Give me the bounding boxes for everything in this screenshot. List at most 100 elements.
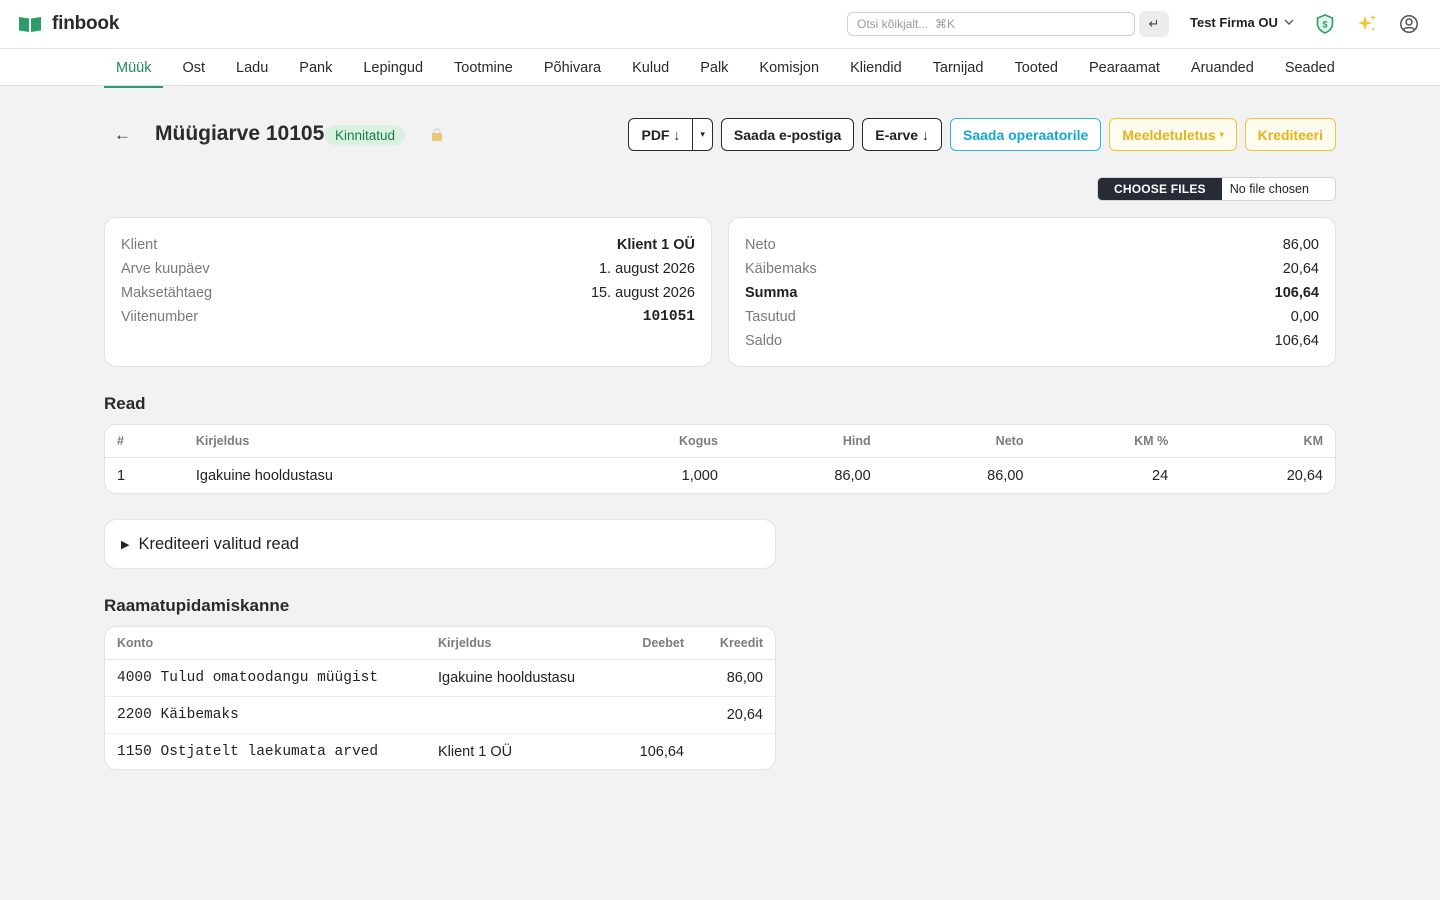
- cell-debit: 106,64: [639, 743, 684, 760]
- file-upload-input[interactable]: CHOOSE FILES No file chosen: [1097, 177, 1336, 201]
- nav-item-10[interactable]: Kliendid: [838, 49, 914, 87]
- due-date-value: 15. august 2026: [590, 285, 695, 301]
- cell-credit: [696, 733, 775, 769]
- logo[interactable]: finbook: [18, 13, 119, 35]
- column-header-debit: Deebet: [612, 627, 696, 660]
- nav-item-11[interactable]: Tarnijad: [921, 49, 996, 87]
- pdf-download-button[interactable]: PDF ↓: [629, 119, 692, 150]
- reference-number-value: 101051: [642, 309, 695, 325]
- reference-number-label: Viitenumber: [121, 309, 199, 325]
- journal-section-title: Raamatupidamiskanne: [104, 596, 290, 615]
- nav-item-12[interactable]: Tooted: [1002, 49, 1070, 87]
- nav-item-4[interactable]: Lepingud: [351, 49, 435, 87]
- balance-value: 106,64: [1274, 333, 1319, 349]
- cell-desc: Igakuine hooldustasu: [195, 467, 333, 484]
- nav-item-0[interactable]: Müük: [104, 49, 164, 88]
- paid-row: Tasutud 0,00: [745, 305, 1319, 329]
- reference-number-row: Viitenumber 101051: [121, 305, 695, 329]
- vat-value: 20,64: [1282, 261, 1319, 277]
- back-arrow-icon[interactable]: ←: [114, 125, 131, 145]
- nav-item-1[interactable]: Ost: [170, 49, 217, 87]
- cell-debit: [612, 696, 696, 734]
- paid-label: Tasutud: [745, 309, 796, 325]
- column-header-vat-percent: KM %: [1035, 425, 1181, 458]
- cell-account: 1150 Ostjatelt laekumata arved: [117, 743, 379, 760]
- send-email-button[interactable]: Saada e-postiga: [720, 118, 855, 151]
- table-row[interactable]: 1 Igakuine hooldustasu 1,000 86,00 86,00 24 20…: [105, 457, 1335, 493]
- cell-net: 86,00: [987, 467, 1024, 484]
- table-row: 2200 Käibemaks 20,64: [105, 696, 775, 734]
- vat-label: Käibemaks: [745, 261, 817, 277]
- send-operator-button[interactable]: Saada operaatorile: [949, 118, 1102, 151]
- search-submit-button[interactable]: ↵: [1139, 11, 1169, 37]
- column-header-description: Kirjeldus: [183, 425, 574, 458]
- search-input[interactable]: [847, 12, 1135, 36]
- invoice-date-row: Arve kuupäev 1. august 2026: [121, 257, 695, 281]
- invoice-totals-card: Neto 86,00 Käibemaks 20,64 Summa 106,64 …: [728, 217, 1336, 367]
- cell-credit: 20,64: [696, 696, 775, 734]
- net-label: Neto: [745, 237, 776, 253]
- nav-item-3[interactable]: Pank: [287, 49, 344, 87]
- cell-debit: [612, 659, 696, 697]
- client-row: Klient Klient 1 OÜ: [121, 233, 695, 257]
- sparkles-icon[interactable]: [1355, 12, 1379, 36]
- table-row: 1150 Ostjatelt laekumata arved Klient 1 O…: [105, 733, 775, 769]
- sum-label: Summa: [745, 285, 798, 301]
- column-header-net: Neto: [882, 425, 1036, 458]
- invoice-header: ← Müügiarve 10105 Kinnitatud PDF ↓ ▾ Saa…: [104, 118, 1336, 152]
- column-header-vat: KM: [1180, 425, 1335, 458]
- user-account-icon[interactable]: [1397, 12, 1421, 36]
- nav-item-13[interactable]: Pearaamat: [1077, 49, 1172, 87]
- choose-files-button[interactable]: CHOOSE FILES: [1098, 178, 1222, 200]
- invoice-date-label: Arve kuupäev: [121, 261, 210, 277]
- journal-table: Konto Kirjeldus Deebet Kreedit 4000 Tulu…: [105, 627, 775, 769]
- file-status-text: No file chosen: [1229, 182, 1309, 196]
- rows-table-card: # Kirjeldus Kogus Hind Neto KM % KM 1 Iga…: [104, 424, 1336, 494]
- nav-item-8[interactable]: Palk: [688, 49, 740, 87]
- pdf-options-dropdown[interactable]: ▾: [692, 119, 712, 150]
- page-title: Müügiarve 10105: [155, 122, 325, 145]
- cell-desc: Igakuine hooldustasu: [426, 659, 612, 697]
- nav-item-2[interactable]: Ladu: [224, 49, 280, 87]
- cell-vatpct: 24: [1152, 467, 1169, 484]
- column-header-price: Hind: [729, 425, 883, 458]
- nav-item-6[interactable]: Põhivara: [532, 49, 613, 87]
- main-navigation: Müük Ost Ladu Pank Lepingud Tootmine Põhivara K…: [0, 48, 1440, 88]
- balance-label: Saldo: [745, 333, 783, 349]
- status-badge: Kinnitatud: [325, 125, 406, 145]
- nav-item-5[interactable]: Tootmine: [442, 49, 525, 87]
- sum-value: 106,64: [1274, 285, 1319, 301]
- table-header-row: Konto Kirjeldus Deebet Kreedit: [105, 627, 775, 660]
- credit-selected-rows-toggle[interactable]: ▶ Krediteeri valitud read: [104, 519, 776, 569]
- reminder-dropdown-button[interactable]: Meeldetuletus ▾: [1109, 118, 1237, 151]
- nav-item-9[interactable]: Komisjon: [747, 49, 831, 87]
- due-date-label: Maksetähtaeg: [121, 285, 213, 301]
- credit-invoice-button[interactable]: Krediteeri: [1244, 118, 1336, 151]
- nav-item-15[interactable]: Seaded: [1273, 49, 1347, 87]
- vat-row: Käibemaks 20,64: [745, 257, 1319, 281]
- caret-down-icon: ▾: [1219, 130, 1224, 139]
- client-value[interactable]: Klient 1 OÜ: [617, 237, 695, 253]
- company-switcher[interactable]: Test Firma OU: [1190, 15, 1294, 30]
- nav-item-14[interactable]: Aruanded: [1179, 49, 1266, 87]
- company-name: Test Firma OU: [1190, 15, 1278, 30]
- column-header-number: #: [105, 425, 184, 458]
- cell-vat: 20,64: [1286, 467, 1323, 484]
- top-bar: finbook ↵ Test Firma OU $: [0, 0, 1440, 48]
- cell-desc: [426, 696, 612, 734]
- einvoice-download-button[interactable]: E-arve ↓: [862, 118, 942, 151]
- enter-icon: ↵: [1148, 16, 1160, 31]
- invoice-actions: PDF ↓ ▾ Saada e-postiga E-arve ↓ Saada o…: [628, 118, 1336, 151]
- nav-item-7[interactable]: Kulud: [620, 49, 681, 87]
- column-header-account: Konto: [105, 627, 426, 660]
- journal-table-card: Konto Kirjeldus Deebet Kreedit 4000 Tulu…: [104, 626, 776, 770]
- cell-num: 1: [117, 467, 126, 484]
- pdf-download-split-button: PDF ↓ ▾: [628, 118, 713, 151]
- shield-icon[interactable]: $: [1313, 12, 1337, 36]
- net-value: 86,00: [1282, 237, 1319, 253]
- svg-text:$: $: [1322, 20, 1327, 30]
- cell-account: 4000 Tulud omatoodangu müügist: [105, 659, 426, 697]
- client-label: Klient: [121, 237, 158, 253]
- lock-icon: [432, 128, 442, 141]
- rows-section-title: Read: [104, 394, 146, 413]
